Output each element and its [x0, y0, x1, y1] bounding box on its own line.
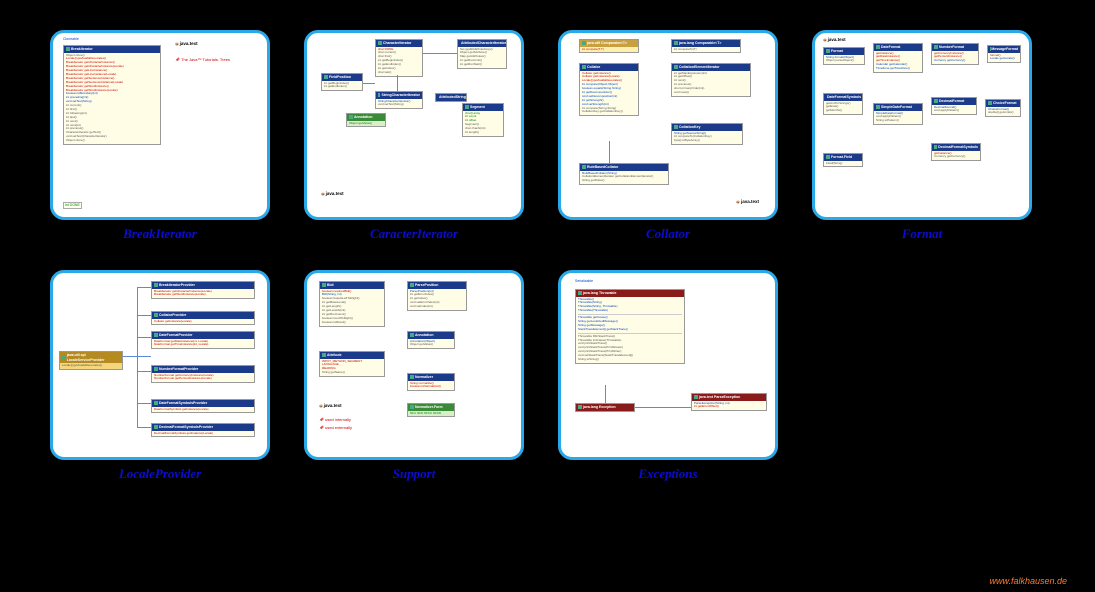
- method: Field(String): [824, 161, 862, 167]
- method: Throwable(Throwable): [578, 309, 682, 313]
- card-collator[interactable]: java.util Comparator<T> int compare(T,T)…: [558, 30, 778, 242]
- method: NumberFormat getPercentInstance(Locale): [154, 377, 252, 381]
- card-localeprovider[interactable]: java.util.spi LocaleServiceProvider Loca…: [50, 270, 270, 482]
- package-label: java.text: [823, 37, 846, 43]
- card-title: CaracterIterator: [370, 226, 458, 242]
- card-title: Format: [902, 226, 942, 242]
- diagram-canvas-localeprovider: java.util.spi LocaleServiceProvider Loca…: [50, 270, 270, 460]
- diagram-canvas-format: java.text Format String format(Object) O…: [812, 30, 1032, 220]
- method: DateFormat getTimeInstance(int, Locale): [154, 343, 252, 347]
- card-characteriterator[interactable]: CharacterIterator char DONE char current…: [304, 30, 524, 242]
- method: StackTraceElement[] getStackTrace(): [578, 328, 682, 332]
- tutorial-link: The Java™ Tutorials: Trees: [175, 57, 230, 62]
- connector: [635, 407, 691, 408]
- card-title: BreakIterator: [123, 226, 197, 242]
- method: boolean isMixed(): [322, 321, 382, 325]
- method: int getErrorOffset(): [694, 405, 764, 409]
- interface-cloneable: Cloneable: [63, 37, 79, 42]
- card-breakiterator[interactable]: Cloneable BreakIterator Object clone() L…: [50, 30, 270, 242]
- method: int compareTo(T): [672, 47, 740, 53]
- interface-serializable: Serializable: [575, 279, 593, 284]
- package-label: java.text: [736, 199, 759, 205]
- method: double[] getLimits(): [988, 111, 1018, 115]
- connector: [137, 315, 151, 316]
- class-header: java.util.spi LocaleServiceProvider: [60, 352, 122, 363]
- method: CollationKey getCollationKey(): [582, 110, 636, 114]
- method: String getName(): [322, 371, 382, 375]
- method: Collator getInstance(Locale): [152, 319, 254, 325]
- package-label: java.text: [175, 41, 198, 47]
- constant-done: int DONE: [63, 202, 82, 209]
- connector: [423, 53, 457, 54]
- method: int getRunStart(): [460, 63, 504, 67]
- method: int getEndIndex(): [324, 85, 360, 89]
- method: Locale[] getAvailableLocales(): [60, 363, 122, 369]
- diagram-canvas-breakiterator: Cloneable BreakIterator Object clone() L…: [50, 30, 270, 220]
- diagram-canvas-exceptions: Serializable java.lang Throwable Throwab…: [558, 270, 778, 460]
- method: String toPattern(): [876, 119, 920, 123]
- method: String toString(): [578, 358, 682, 362]
- method: TimeZone getTimeZone(): [876, 67, 920, 71]
- connector: [137, 371, 151, 372]
- footer-credit: www.falkhausen.de: [989, 576, 1067, 586]
- connector: [137, 287, 151, 288]
- method: BreakIterator getWordInstance(Locale): [154, 293, 252, 297]
- diagram-grid: Cloneable BreakIterator Object clone() L…: [0, 0, 1095, 492]
- card-format[interactable]: java.text Format String format(Object) O…: [812, 30, 1032, 242]
- diagram-canvas-collator: java.util Comparator<T> int compare(T,T)…: [558, 30, 778, 220]
- card-title: LocaleProvider: [119, 466, 201, 482]
- method: Object getValue(): [347, 121, 385, 127]
- method: byte[] toByteArray(): [674, 139, 740, 143]
- method: NFC NFD NFKC NFKD: [408, 411, 454, 417]
- method: Currency getCurrency(): [934, 155, 978, 159]
- card-exceptions[interactable]: Serializable java.lang Throwable Throwab…: [558, 270, 778, 482]
- card-title: Support: [393, 466, 436, 482]
- connector: [397, 75, 398, 91]
- connector: [137, 287, 138, 427]
- method: Currency getCurrency(): [934, 59, 976, 63]
- method: boolean isNormalized(): [410, 385, 452, 389]
- method: String getRules(): [582, 179, 666, 183]
- method: void reset(): [674, 91, 748, 95]
- connector: [605, 385, 606, 403]
- connector: [609, 141, 610, 163]
- method: void setText(String): [378, 103, 420, 107]
- method: Object getValue(): [410, 343, 452, 347]
- legend-item: used externally: [319, 425, 352, 430]
- connector: [137, 337, 151, 338]
- card-title: Collator: [646, 226, 690, 242]
- method: DateFormatSymbols getInstance(Locale): [152, 407, 254, 413]
- diagram-canvas-support: Bidi boolean requiresBidi() Bidi(String,…: [304, 270, 524, 460]
- method: void setIndex(int): [410, 305, 464, 309]
- method: int compare(T,T): [580, 47, 638, 53]
- package-label: java.text: [321, 191, 344, 197]
- package-label: java.text: [319, 403, 342, 409]
- method: Object parseObject(): [826, 59, 862, 63]
- card-title: Exceptions: [638, 466, 697, 482]
- class-header: java.lang Exception: [576, 404, 634, 411]
- method: char last(): [378, 71, 420, 75]
- method: int length(): [465, 131, 501, 135]
- method: DecimalFormatSymbols getInstance(Locale): [152, 431, 254, 437]
- connector: [137, 403, 151, 404]
- connector: [137, 427, 151, 428]
- method: getMonths(): [826, 109, 860, 113]
- legend-item: used internally: [319, 417, 351, 422]
- method: void applyPattern(): [934, 109, 974, 113]
- method: Locale getLocale(): [990, 57, 1018, 61]
- method: Object clone(): [66, 139, 158, 143]
- connector: [363, 83, 375, 84]
- card-support[interactable]: Bidi boolean requiresBidi() Bidi(String,…: [304, 270, 524, 482]
- class-header: AttributedString: [436, 94, 466, 101]
- diagram-canvas-characteriterator: CharacterIterator char DONE char current…: [304, 30, 524, 220]
